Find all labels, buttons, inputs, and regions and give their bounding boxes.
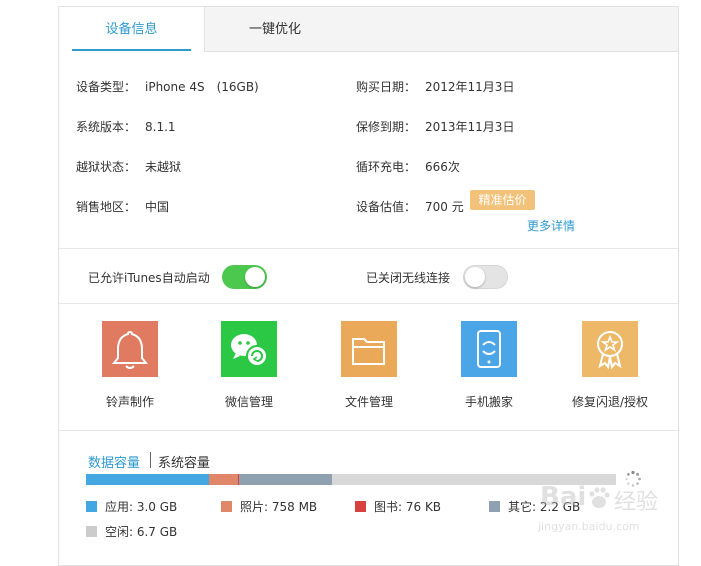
divider	[59, 248, 678, 249]
file-manager-tool[interactable]: 文件管理	[314, 321, 424, 410]
baidu-jingyan-watermark: Bai 经验 jingyan.baidu.com	[520, 482, 690, 542]
divider	[59, 303, 678, 304]
estimate-button[interactable]: 精准估价	[470, 190, 535, 210]
folder-icon	[341, 321, 397, 377]
divider	[59, 430, 678, 431]
purchase-date-value: 2012年11月3日	[425, 80, 515, 94]
region-value: 中国	[145, 200, 170, 214]
toggle-knob	[465, 267, 485, 287]
bell-icon	[102, 321, 158, 377]
legend-photos: 照片: 758 MB	[221, 500, 317, 514]
legend-books: 图书: 76 KB	[355, 500, 441, 514]
legend-swatch	[355, 501, 366, 512]
phone-transfer-tool[interactable]: 手机搬家	[434, 321, 544, 410]
region-label: 销售地区：	[76, 200, 137, 214]
storage-segment-其它	[239, 474, 332, 485]
storage-segment-照片	[209, 474, 238, 485]
wechat-tool-label: 微信管理	[224, 395, 273, 409]
active-tab-indicator	[72, 49, 191, 51]
warranty-label: 保修到期：	[356, 120, 417, 134]
wireless-toggle-label: 已关闭无线连接	[366, 271, 451, 285]
ringtone-tool-label: 铃声制作	[105, 395, 154, 409]
watermark-cn: 经验	[614, 490, 659, 515]
tab-optimize[interactable]: 一键优化	[205, 7, 345, 52]
phone-transfer-icon	[461, 321, 517, 377]
legend-apps-text: 应用: 3.0 GB	[105, 500, 178, 514]
legend-books-text: 图书: 76 KB	[374, 500, 442, 514]
ringtone-tool[interactable]: 铃声制作	[75, 321, 185, 410]
legend-swatch	[489, 501, 500, 512]
device-type-value: iPhone 4S (16GB)	[145, 80, 259, 94]
watermark-url: jingyan.baidu.com	[538, 520, 640, 533]
tab-data-capacity[interactable]: 数据容量	[88, 452, 140, 471]
legend-free-text: 空闲: 6.7 GB	[105, 525, 178, 539]
itunes-toggle-label: 已允许iTunes自动启动	[88, 271, 210, 285]
legend-free: 空闲: 6.7 GB	[86, 525, 177, 539]
legend-swatch	[86, 526, 97, 537]
jailbreak-label: 越狱状态：	[76, 160, 137, 174]
file-manager-tool-label: 文件管理	[344, 395, 393, 409]
jailbreak-value: 未越狱	[145, 160, 182, 174]
repair-badge-icon	[582, 321, 638, 377]
paw-icon	[589, 487, 610, 508]
wechat-icon	[221, 321, 277, 377]
tab-device-info-label: 设备信息	[105, 22, 158, 37]
repair-tool[interactable]: 修复闪退/授权	[555, 321, 665, 410]
legend-photos-text: 照片: 758 MB	[240, 500, 318, 514]
toggle-knob	[245, 267, 265, 287]
wechat-tool[interactable]: 微信管理	[194, 321, 304, 410]
more-details-link[interactable]: 更多详情	[527, 217, 575, 234]
storage-segment-应用	[86, 474, 209, 485]
itunes-autostart-toggle[interactable]	[222, 265, 267, 289]
storage-tab-separator	[150, 452, 151, 468]
device-type-label: 设备类型：	[76, 80, 137, 94]
os-version-value: 8.1.1	[145, 120, 176, 134]
warranty-value: 2013年11月3日	[425, 120, 515, 134]
tab-system-capacity[interactable]: 系统容量	[158, 452, 210, 471]
purchase-date-label: 购买日期：	[356, 80, 417, 94]
valuation-label: 设备估值：	[356, 200, 417, 214]
legend-apps: 应用: 3.0 GB	[86, 500, 177, 514]
watermark-brand: Bai	[540, 482, 587, 512]
repair-tool-label: 修复闪退/授权	[571, 395, 649, 409]
os-version-label: 系统版本：	[76, 120, 137, 134]
wireless-connection-toggle[interactable]	[463, 265, 508, 289]
tab-optimize-label: 一键优化	[248, 22, 301, 37]
charge-cycles-value: 666次	[425, 160, 460, 174]
legend-swatch	[86, 501, 97, 512]
charge-cycles-label: 循环充电：	[356, 160, 417, 174]
legend-swatch	[221, 501, 232, 512]
valuation-value: 700 元	[425, 200, 464, 214]
phone-transfer-tool-label: 手机搬家	[464, 395, 513, 409]
tab-bar: 设备信息 一键优化	[59, 7, 678, 52]
tab-device-info[interactable]: 设备信息	[59, 7, 205, 52]
